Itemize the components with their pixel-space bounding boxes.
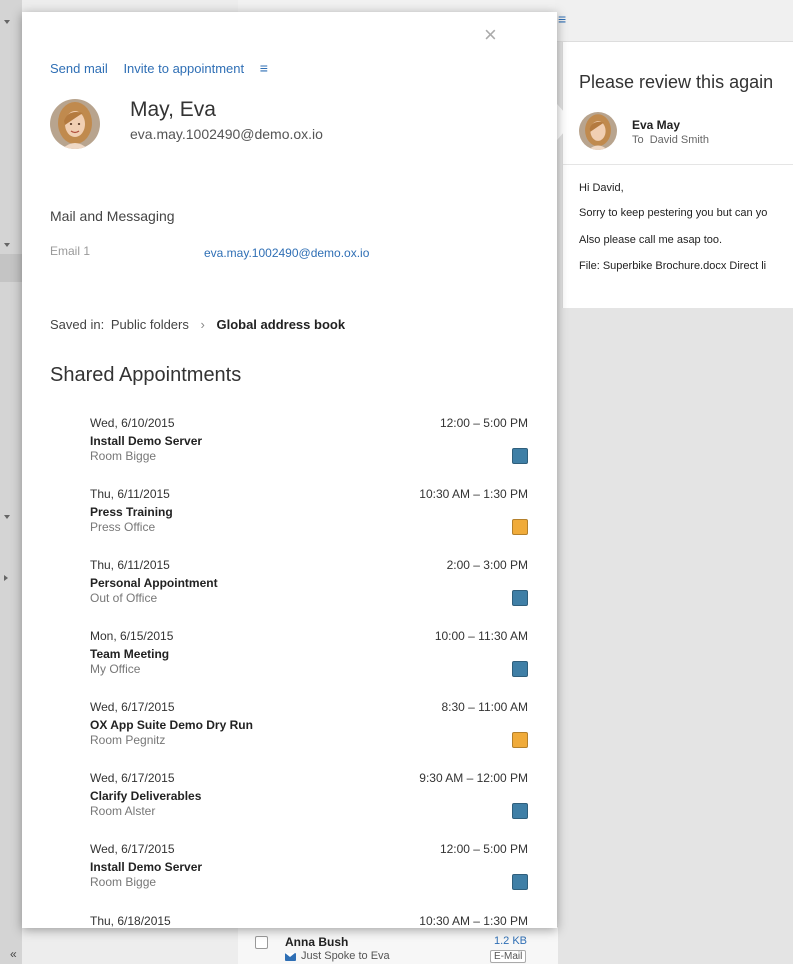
email-label: Email 1: [50, 244, 91, 258]
collapse-sidebar-icon[interactable]: «: [10, 947, 17, 961]
appointment-time: 9:30 AM – 12:00 PM: [419, 771, 528, 785]
appointment-title: Press Training: [90, 505, 173, 519]
envelope-icon: [285, 953, 296, 961]
appointment-location: Room Pegnitz: [90, 733, 166, 747]
to-label: To: [632, 134, 644, 146]
saved-in-breadcrumb: Saved in: Public folders › Global addres…: [50, 317, 345, 332]
mail-subject: Please review this again: [579, 72, 774, 92]
halo-action-bar: Send mail Invite to appointment ≡: [50, 60, 268, 76]
appointment-title: Install Demo Server: [90, 860, 203, 874]
calendar-color-swatch: [512, 803, 528, 819]
contact-avatar: [50, 99, 100, 149]
recipient-name[interactable]: David Smith: [650, 134, 709, 146]
appointment-location: Room Bigge: [90, 875, 157, 889]
calendar-color-swatch: [512, 661, 528, 677]
appointment-location: Out of Office: [90, 591, 158, 605]
calendar-color-swatch: [512, 448, 528, 464]
appointment-item[interactable]: Wed, 6/10/2015 12:00 – 5:00 PM Install D…: [90, 416, 528, 488]
appointment-time: 12:00 – 5:00 PM: [439, 416, 528, 430]
appointment-time: 12:00 – 5:00 PM: [439, 842, 528, 856]
caret-down-icon[interactable]: [4, 515, 10, 519]
caret-down-icon[interactable]: [4, 243, 10, 247]
appointment-title: Install Demo Server: [90, 434, 203, 448]
popup-pointer: [557, 104, 573, 140]
contact-halo-popup: × Send mail Invite to appointment ≡ May,…: [22, 12, 557, 928]
email-link[interactable]: eva.may.1002490@demo.ox.io: [204, 244, 384, 262]
more-actions-icon[interactable]: ≡: [260, 60, 268, 76]
select-checkbox[interactable]: [255, 936, 268, 949]
appointment-item[interactable]: Thu, 6/18/2015 10:30 AM – 1:30 PM: [90, 914, 528, 928]
send-mail-link[interactable]: Send mail: [50, 61, 108, 76]
appointment-time: 10:00 – 11:30 AM: [434, 629, 528, 643]
appointment-location: Room Bigge: [90, 449, 157, 463]
appointment-item[interactable]: Mon, 6/15/2015 10:00 – 11:30 AM Team Mee…: [90, 629, 528, 701]
mail-list-toolbar: [555, 0, 793, 42]
appointment-date: Thu, 6/18/2015: [90, 914, 171, 928]
appointment-location: Room Alster: [90, 804, 156, 818]
appointment-time: 2:00 – 3:00 PM: [446, 558, 528, 572]
appointment-date: Wed, 6/17/2015: [90, 700, 175, 714]
appointment-date: Wed, 6/17/2015: [90, 771, 175, 785]
sender-name[interactable]: Eva May: [632, 118, 680, 132]
appointment-title: OX App Suite Demo Dry Run: [90, 718, 253, 732]
mail-type-badge: E-Mail: [490, 950, 527, 963]
mail-detail-pane: Please review this again Eva May To Davi…: [562, 42, 793, 308]
breadcrumb-separator: ›: [200, 317, 205, 332]
appointment-time: 8:30 – 11:00 AM: [441, 700, 528, 714]
calendar-color-swatch: [512, 519, 528, 535]
appointment-title: Clarify Deliverables: [90, 789, 202, 803]
contact-email: eva.may.1002490@demo.ox.io: [130, 126, 323, 142]
invite-to-appointment-link[interactable]: Invite to appointment: [123, 61, 244, 76]
appointment-location: My Office: [90, 662, 141, 676]
sender-avatar[interactable]: [579, 112, 617, 150]
mail-sender: Anna Bush: [285, 935, 349, 949]
appointment-item[interactable]: Wed, 6/17/2015 8:30 – 11:00 AM OX App Su…: [90, 700, 528, 772]
breadcrumb-global-address-book[interactable]: Global address book: [216, 317, 345, 332]
shared-appointments-title: Shared Appointments: [50, 364, 242, 386]
mail-size: 1.2 KB: [494, 935, 528, 947]
appointment-time: 10:30 AM – 1:30 PM: [419, 914, 528, 928]
calendar-color-swatch: [512, 732, 528, 748]
recipient-line: To David Smith: [632, 134, 709, 146]
appointment-date: Thu, 6/11/2015: [90, 558, 170, 572]
caret-right-icon[interactable]: [4, 575, 8, 581]
appointment-title: Personal Appointment: [90, 576, 218, 590]
calendar-color-swatch: [512, 874, 528, 890]
appointment-date: Wed, 6/17/2015: [90, 842, 175, 856]
appointment-item[interactable]: Thu, 6/11/2015 10:30 AM – 1:30 PM Press …: [90, 487, 528, 559]
close-icon[interactable]: ×: [484, 24, 497, 46]
appointment-date: Mon, 6/15/2015: [90, 629, 174, 643]
hamburger-menu-icon[interactable]: ≡: [558, 12, 566, 26]
appointment-date: Wed, 6/10/2015: [90, 416, 175, 430]
caret-down-icon[interactable]: [4, 20, 10, 24]
mail-body-line[interactable]: File: Superbike Brochure.docx Direct li: [579, 260, 766, 272]
appointment-title: Team Meeting: [90, 647, 170, 661]
calendar-color-swatch: [512, 590, 528, 606]
saved-in-label: Saved in:: [50, 317, 105, 332]
mail-subject: Just Spoke to Eva: [301, 950, 390, 962]
mail-body-line: Also please call me asap too.: [579, 234, 723, 246]
appointment-item[interactable]: Wed, 6/17/2015 12:00 – 5:00 PM Install D…: [90, 842, 528, 914]
appointment-item[interactable]: Thu, 6/11/2015 2:00 – 3:00 PM Personal A…: [90, 558, 528, 630]
appointment-item[interactable]: Wed, 6/17/2015 9:30 AM – 12:00 PM Clarif…: [90, 771, 528, 843]
mail-messaging-section-title: Mail and Messaging: [50, 208, 175, 224]
appointment-date: Thu, 6/11/2015: [90, 487, 170, 501]
appointment-time: 10:30 AM – 1:30 PM: [419, 487, 528, 501]
folder-tree-band: [0, 254, 22, 282]
divider: [563, 164, 793, 165]
left-folder-tree-edge: [0, 0, 22, 964]
mail-body-line: Sorry to keep pestering you but can yo: [579, 207, 768, 219]
mail-list-item[interactable]: Anna Bush 1.2 KB Just Spoke to Eva E-Mai…: [238, 926, 558, 964]
breadcrumb-public-folders[interactable]: Public folders: [111, 317, 189, 332]
contact-name: May, Eva: [130, 98, 216, 121]
mail-body-line: Hi David,: [579, 182, 624, 194]
appointment-location: Press Office: [90, 520, 156, 534]
